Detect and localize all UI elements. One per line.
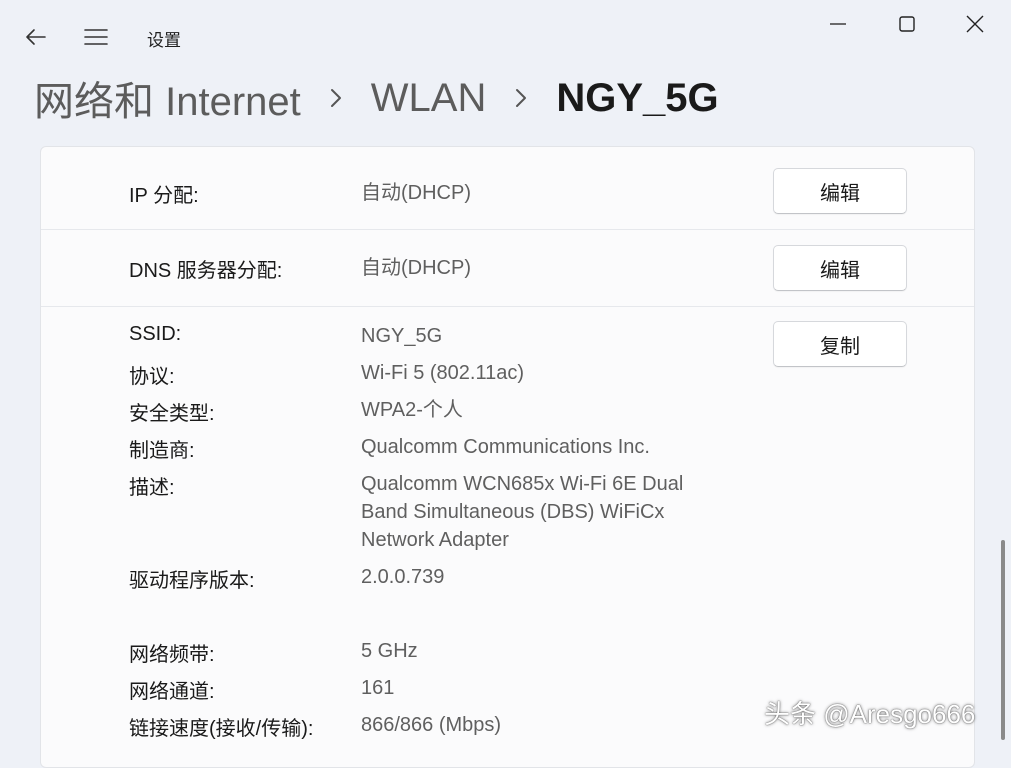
breadcrumb-network-internet[interactable]: 网络和 Internet <box>34 69 301 127</box>
manufacturer-label: 制造商: <box>129 440 195 462</box>
protocol-value: Wi-Fi 5 (802.11ac) <box>361 362 525 384</box>
app-title: 设置 <box>147 31 181 50</box>
network-channel-value: 161 <box>361 677 395 699</box>
navigation-menu-button[interactable] <box>74 20 118 54</box>
breadcrumb-current-network: NGY_5G <box>556 75 719 120</box>
description-line-2: Band Simultaneous (DBS) WiFiCx <box>361 501 665 523</box>
network-properties-card: IP 分配: 自动(DHCP) 编辑 DNS 服务器分配: 自动(DHCP) 编… <box>40 146 975 768</box>
link-speed-value: 866/866 (Mbps) <box>361 714 502 736</box>
network-band-value: 5 GHz <box>361 640 418 662</box>
ip-assignment-row: IP 分配: 自动(DHCP) 编辑 <box>41 152 974 230</box>
title-bar: 设置 <box>0 0 1011 70</box>
description-line-3: Network Adapter <box>361 529 509 551</box>
vertical-scrollbar[interactable] <box>1001 540 1005 740</box>
ssid-value: NGY_5G <box>361 325 443 347</box>
back-button[interactable] <box>14 20 58 54</box>
dns-assignment-label: DNS 服务器分配: <box>129 260 283 282</box>
breadcrumb: 网络和 Internet WLAN NGY_5G <box>34 70 719 126</box>
dns-edit-button[interactable]: 编辑 <box>773 245 907 291</box>
description-label: 描述: <box>129 477 175 499</box>
chevron-right-icon <box>301 88 371 108</box>
maximize-button[interactable] <box>878 6 936 42</box>
chevron-right-icon <box>486 88 556 108</box>
minimize-icon <box>830 23 846 25</box>
network-band-label: 网络频带: <box>129 644 215 666</box>
close-button[interactable] <box>946 6 1004 42</box>
dns-assignment-row: DNS 服务器分配: 自动(DHCP) 编辑 <box>41 230 974 307</box>
security-type-value: WPA2-个人 <box>361 399 463 421</box>
driver-version-value: 2.0.0.739 <box>361 566 445 588</box>
ip-assignment-value: 自动(DHCP) <box>361 182 471 204</box>
ip-assignment-label: IP 分配: <box>129 185 199 207</box>
ssid-label: SSID: <box>129 323 182 345</box>
watermark: 头条 @Aresgo666 <box>764 699 976 729</box>
close-icon <box>966 15 984 33</box>
copy-button[interactable]: 复制 <box>773 321 907 367</box>
breadcrumb-wlan[interactable]: WLAN <box>371 76 487 121</box>
description-line-1: Qualcomm WCN685x Wi-Fi 6E Dual <box>361 473 684 495</box>
back-arrow-icon <box>26 29 46 45</box>
network-channel-label: 网络通道: <box>129 681 215 703</box>
security-type-label: 安全类型: <box>129 403 215 425</box>
minimize-button[interactable] <box>809 6 867 42</box>
maximize-icon <box>899 16 915 32</box>
protocol-label: 协议: <box>129 366 175 388</box>
ip-edit-button[interactable]: 编辑 <box>773 168 907 214</box>
link-speed-label: 链接速度(接收/传输): <box>129 718 314 740</box>
driver-version-label: 驱动程序版本: <box>129 570 255 592</box>
manufacturer-value: Qualcomm Communications Inc. <box>361 436 650 458</box>
hamburger-menu-icon <box>84 29 108 45</box>
dns-assignment-value: 自动(DHCP) <box>361 257 471 279</box>
